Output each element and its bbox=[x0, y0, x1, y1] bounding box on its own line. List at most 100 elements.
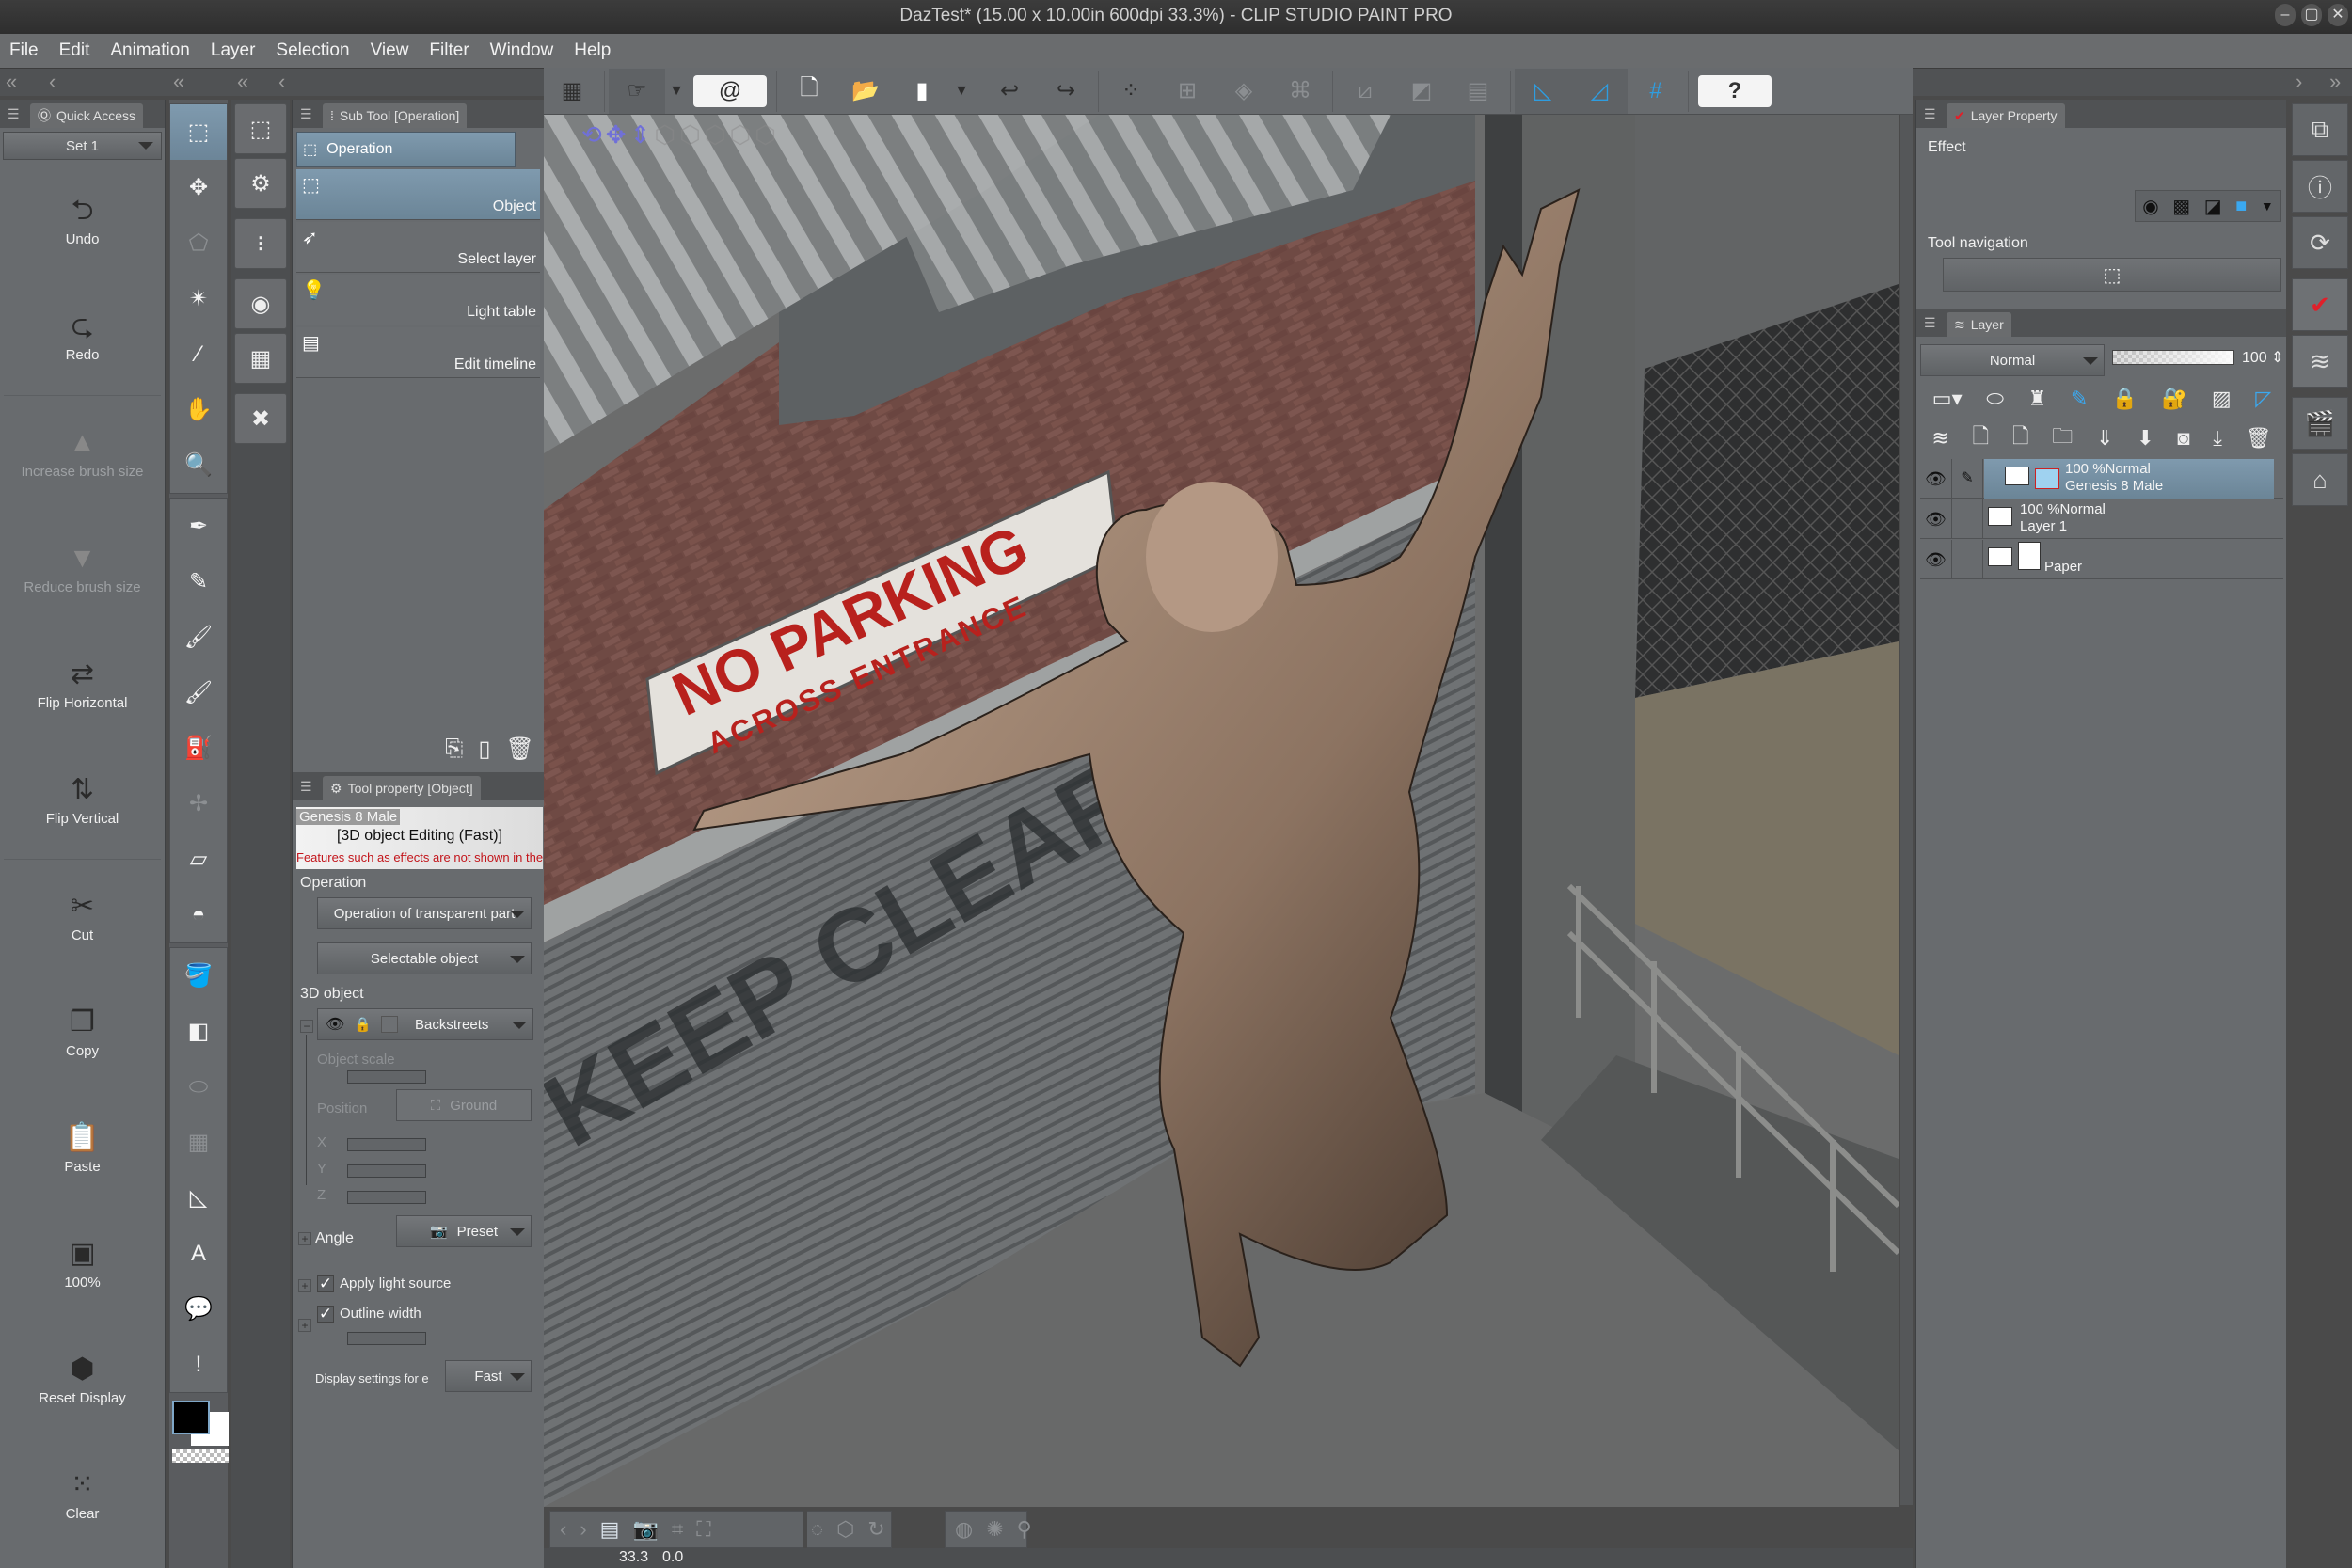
border-effect-icon[interactable]: ◉ bbox=[2142, 195, 2158, 218]
pen-tool[interactable]: ✒ bbox=[170, 499, 227, 554]
chevron-down-icon[interactable]: ▼ bbox=[665, 69, 688, 114]
chevron-left-icon[interactable]: ‹ bbox=[49, 70, 56, 94]
launch-clip-studio-icon[interactable]: @ bbox=[693, 74, 767, 107]
layer-stack-icon[interactable]: ≋ bbox=[1931, 426, 1948, 451]
decoration-tool[interactable]: ✢ bbox=[170, 776, 227, 832]
quick-access-reset-display[interactable]: ⬢ Reset Display bbox=[0, 1323, 165, 1438]
panel-menu-icon[interactable]: ☰ bbox=[8, 106, 23, 122]
snap-grid-icon[interactable]: # bbox=[1628, 69, 1684, 114]
quick-access-reduce-brush-size[interactable]: ▼ Reduce brush size bbox=[0, 512, 165, 627]
close-gap-icon[interactable]: ⌘ bbox=[1272, 69, 1328, 114]
menu-layer[interactable]: Layer bbox=[211, 40, 256, 61]
quick-access-cut[interactable]: ✂ Cut bbox=[0, 860, 165, 975]
maximize-button[interactable]: ▢ bbox=[2301, 4, 2322, 26]
menu-window[interactable]: Window bbox=[490, 40, 554, 61]
rotate-object-icon[interactable]: ⬡ bbox=[679, 120, 701, 150]
material-icon[interactable]: ⌂ bbox=[2292, 453, 2348, 506]
rotate-xy-icon[interactable]: ⬡ bbox=[705, 120, 726, 150]
foreground-color-swatch[interactable] bbox=[172, 1401, 210, 1434]
opacity-slider[interactable] bbox=[2112, 350, 2234, 365]
blend-tool[interactable]: ◓ bbox=[170, 887, 227, 942]
set-dropdown[interactable]: Set 1 bbox=[3, 132, 162, 160]
frame-tool[interactable]: ▦ bbox=[170, 1115, 227, 1170]
color-wheel-icon[interactable]: ◉ bbox=[234, 278, 287, 329]
chevron-right-icon[interactable]: › bbox=[2296, 70, 2302, 94]
collapse-left-icon[interactable]: « bbox=[173, 70, 184, 94]
apply-light-checkbox[interactable]: ✓ bbox=[317, 1275, 334, 1292]
camera-angle-icon[interactable]: 📷 bbox=[632, 1517, 658, 1542]
move-tool[interactable]: ✥ bbox=[170, 160, 227, 215]
sub-tool-select-layer[interactable]: ➶ Select layer bbox=[296, 222, 540, 273]
menu-edit[interactable]: Edit bbox=[59, 40, 90, 61]
tab-tool-property[interactable]: ⚙ Tool property [Object] bbox=[323, 776, 481, 800]
eye-icon[interactable]: 👁 bbox=[326, 1015, 344, 1034]
zoom-tool[interactable]: 🔍 bbox=[170, 437, 227, 493]
minimize-button[interactable]: – bbox=[2275, 4, 2296, 26]
undo-icon[interactable]: ↩ bbox=[981, 69, 1038, 114]
quick-access-undo[interactable]: ⮌ Undo bbox=[0, 164, 165, 279]
lock-transparent-icon[interactable]: 🔐 bbox=[2162, 387, 2187, 411]
light-icon[interactable]: ✺ bbox=[986, 1517, 1003, 1542]
pose-icon[interactable]: ⚲ bbox=[1017, 1517, 1032, 1542]
reset-pose-icon[interactable]: ↻ bbox=[867, 1517, 884, 1542]
save-icon[interactable]: ▮ bbox=[894, 69, 950, 114]
eye-icon[interactable]: 👁 bbox=[1920, 459, 1952, 499]
ground-icon[interactable]: ⛶ bbox=[696, 1517, 710, 1542]
apply-mask-icon[interactable]: ⤓ bbox=[2213, 426, 2222, 451]
selectable-object-dropdown[interactable]: Selectable object bbox=[317, 942, 532, 974]
layers-icon[interactable]: ≋ bbox=[2292, 335, 2348, 388]
menu-help[interactable]: Help bbox=[574, 40, 611, 61]
panel-menu-icon[interactable]: ☰ bbox=[1924, 106, 1939, 122]
expand-icon[interactable]: + bbox=[298, 1232, 311, 1245]
color-effect-icon[interactable]: ◪ bbox=[2204, 195, 2222, 218]
menu-view[interactable]: View bbox=[371, 40, 409, 61]
copy-subtool-icon[interactable]: ⎘ bbox=[445, 736, 463, 762]
snap-ruler-icon[interactable]: ◺ bbox=[1515, 68, 1571, 114]
eye-icon[interactable]: 👁 bbox=[1920, 540, 1952, 579]
rotation-readout[interactable]: 0.0 bbox=[662, 1549, 683, 1566]
quick-access-redo[interactable]: ⮎ Redo bbox=[0, 279, 165, 395]
transfer-down-icon[interactable]: ⇓ bbox=[2096, 426, 2113, 451]
eyedropper-tool[interactable]: ⁄ bbox=[170, 326, 227, 382]
operation-tool[interactable]: ⬚ bbox=[170, 104, 227, 160]
quick-access-flip-vertical[interactable]: ⇅ Flip Vertical bbox=[0, 743, 165, 859]
fill-icon[interactable]: ◈ bbox=[1216, 69, 1272, 114]
brush-tool[interactable]: 🖌 bbox=[170, 610, 227, 665]
move-object-icon[interactable]: ⬡ bbox=[654, 120, 675, 150]
texture-icon[interactable]: ◍ bbox=[955, 1517, 973, 1542]
color-set-icon[interactable]: ▦ bbox=[234, 333, 287, 384]
collapse-right-icon[interactable]: » bbox=[2329, 70, 2341, 94]
chevron-down-icon[interactable]: ▼ bbox=[2261, 198, 2274, 214]
quick-access-100[interactable]: ▣ 100% bbox=[0, 1207, 165, 1323]
material-icon[interactable]: ✖ bbox=[234, 393, 287, 444]
fill-tool[interactable]: 🪣 bbox=[170, 948, 227, 1004]
blend-mode-dropdown[interactable]: Normal bbox=[1920, 344, 2105, 376]
navigator-icon[interactable]: ⧉ bbox=[2292, 103, 2348, 156]
edit-pen-icon[interactable]: ✎ bbox=[1952, 459, 1983, 499]
rotate-z-icon[interactable]: ⬡ bbox=[730, 120, 752, 150]
outline-width-field[interactable] bbox=[347, 1332, 426, 1345]
fit-icon[interactable]: ⌗ bbox=[672, 1517, 683, 1542]
new-folder-icon[interactable]: 🗀 bbox=[2052, 420, 2073, 456]
empty-cell[interactable] bbox=[1952, 499, 1983, 539]
quick-access-clear[interactable]: ⁙ Clear bbox=[0, 1438, 165, 1554]
lock-icon[interactable]: 🔒 bbox=[2112, 387, 2137, 411]
display-settings-dropdown[interactable]: Fast bbox=[445, 1360, 532, 1392]
trash-icon[interactable]: 🗑 bbox=[506, 736, 534, 763]
text-tool[interactable]: A bbox=[170, 1226, 227, 1281]
move-camera-icon[interactable]: ⇕ bbox=[630, 120, 651, 150]
collapse-left-icon[interactable]: « bbox=[237, 70, 248, 94]
opacity-value[interactable]: 100 ⇕ bbox=[2242, 348, 2284, 367]
object-list-icon[interactable]: ▤ bbox=[600, 1517, 620, 1542]
magic-wand-tool[interactable]: ✴ bbox=[170, 271, 227, 326]
clipping-icon[interactable]: ⬭ bbox=[1986, 387, 2004, 411]
outline-width-checkbox[interactable]: ✓ bbox=[317, 1306, 334, 1323]
ground-button[interactable]: ⛶ Ground bbox=[396, 1089, 532, 1121]
pan-camera-icon[interactable]: ✥ bbox=[606, 120, 627, 150]
tab-layer[interactable]: ≋ Layer bbox=[1947, 312, 2011, 337]
clip-studio-icon[interactable]: ☞ bbox=[609, 68, 665, 114]
draft-layer-icon[interactable]: ✎ bbox=[2071, 387, 2088, 411]
expand-icon[interactable]: + bbox=[298, 1279, 311, 1292]
layer-color-icon[interactable]: ■ bbox=[2235, 196, 2247, 217]
sub-tool-light-table[interactable]: 💡 Light table bbox=[296, 275, 540, 325]
